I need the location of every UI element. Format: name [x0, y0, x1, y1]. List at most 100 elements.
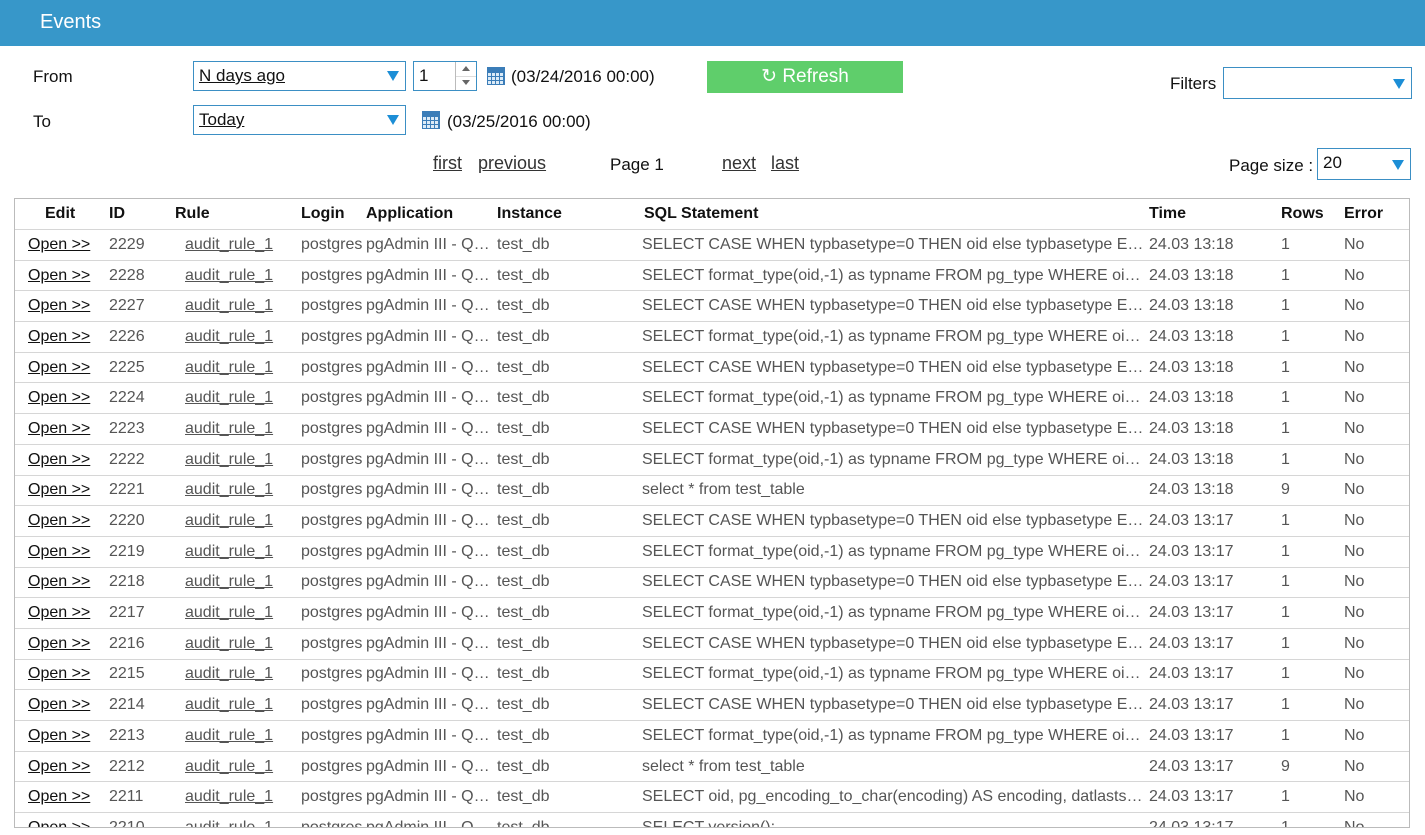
- rule-link[interactable]: audit_rule_1: [185, 635, 273, 652]
- rule-link[interactable]: audit_rule_1: [185, 819, 273, 827]
- rule-link[interactable]: audit_rule_1: [185, 788, 273, 805]
- rule-link[interactable]: audit_rule_1: [185, 512, 273, 529]
- cell-rule: audit_rule_1: [175, 535, 301, 568]
- to-calendar-icon[interactable]: [422, 111, 440, 129]
- rule-link[interactable]: audit_rule_1: [185, 389, 273, 406]
- cell-error: No: [1344, 321, 1409, 353]
- cell-rule: audit_rule_1: [175, 720, 301, 752]
- open-link[interactable]: Open >>: [28, 420, 90, 437]
- open-link[interactable]: Open >>: [28, 819, 90, 827]
- cell-error: No: [1344, 351, 1409, 383]
- open-link[interactable]: Open >>: [28, 758, 90, 775]
- events-table: Edit ID Rule Login Application Instance SQL St…: [14, 198, 1410, 828]
- cell-sql: SELECT CASE WHEN typbasetype=0 THEN oid …: [628, 689, 1149, 721]
- open-link[interactable]: Open >>: [28, 604, 90, 621]
- cell-instance: test_db: [497, 597, 628, 629]
- open-link[interactable]: Open >>: [28, 389, 90, 406]
- open-link[interactable]: Open >>: [28, 267, 90, 284]
- last-page-link[interactable]: last: [771, 153, 799, 174]
- cell-time: 24.03 13:18: [1149, 229, 1281, 261]
- cell-edit: Open >>: [15, 290, 109, 322]
- days-spinner[interactable]: 1: [413, 61, 477, 91]
- open-link[interactable]: Open >>: [28, 328, 90, 345]
- open-link[interactable]: Open >>: [28, 451, 90, 468]
- cell-instance: test_db: [497, 259, 628, 291]
- table-row: Open >> 2227 audit_rule_1 postgres pgAdmin I…: [15, 290, 1409, 322]
- page-size-select[interactable]: 20: [1317, 148, 1411, 180]
- cell-sql: SELECT oid, pg_encoding_to_char(encoding…: [628, 781, 1149, 813]
- open-link[interactable]: Open >>: [28, 696, 90, 713]
- rule-link[interactable]: audit_rule_1: [185, 359, 273, 376]
- rule-link[interactable]: audit_rule_1: [185, 604, 273, 621]
- cell-instance: test_db: [497, 321, 628, 353]
- spinner-up-icon[interactable]: [456, 62, 476, 77]
- cell-login: postgres: [301, 351, 366, 383]
- rule-link[interactable]: audit_rule_1: [185, 328, 273, 345]
- cell-instance: test_db: [497, 566, 628, 598]
- cell-app: pgAdmin III - Query Tool: [366, 750, 497, 782]
- open-link[interactable]: Open >>: [28, 481, 90, 498]
- cell-sql: SELECT format_type(oid,-1) as typname FR…: [628, 720, 1149, 752]
- open-link[interactable]: Open >>: [28, 359, 90, 376]
- cell-edit: Open >>: [15, 781, 109, 813]
- cell-id: 2212: [109, 750, 175, 782]
- next-page-link[interactable]: next: [722, 153, 756, 174]
- rule-link[interactable]: audit_rule_1: [185, 420, 273, 437]
- cell-rows: 1: [1281, 627, 1344, 660]
- filters-label: Filters: [1170, 74, 1217, 93]
- cell-rows: 1: [1281, 597, 1344, 629]
- rule-link[interactable]: audit_rule_1: [185, 573, 273, 590]
- spinner-down-icon[interactable]: [456, 76, 476, 90]
- cell-app: pgAdmin III - Query Tool: [366, 627, 497, 660]
- rule-link[interactable]: audit_rule_1: [185, 481, 273, 498]
- cell-rule: audit_rule_1: [175, 413, 301, 445]
- cell-id: 2211: [109, 781, 175, 813]
- cell-id: 2223: [109, 413, 175, 445]
- filters-select[interactable]: [1223, 67, 1412, 99]
- from-calendar-icon[interactable]: [487, 67, 505, 85]
- cell-edit: Open >>: [15, 627, 109, 660]
- open-link[interactable]: Open >>: [28, 236, 90, 253]
- cell-error: No: [1344, 812, 1409, 827]
- cell-id: 2229: [109, 229, 175, 261]
- cell-sql: SELECT CASE WHEN typbasetype=0 THEN oid …: [628, 290, 1149, 322]
- rule-link[interactable]: audit_rule_1: [185, 665, 273, 682]
- cell-error: No: [1344, 505, 1409, 537]
- previous-page-link[interactable]: previous: [478, 153, 546, 174]
- cell-rows: 1: [1281, 720, 1344, 752]
- open-link[interactable]: Open >>: [28, 573, 90, 590]
- cell-instance: test_db: [497, 290, 628, 322]
- table-row: Open >> 2211 audit_rule_1 postgres pgAdmin I…: [15, 781, 1409, 813]
- cell-sql: SELECT CASE WHEN typbasetype=0 THEN oid …: [628, 229, 1149, 261]
- rule-link[interactable]: audit_rule_1: [185, 267, 273, 284]
- from-select[interactable]: N days ago: [193, 61, 406, 91]
- rule-link[interactable]: audit_rule_1: [185, 297, 273, 314]
- open-link[interactable]: Open >>: [28, 297, 90, 314]
- rule-link[interactable]: audit_rule_1: [185, 696, 273, 713]
- cell-rule: audit_rule_1: [175, 474, 301, 506]
- open-link[interactable]: Open >>: [28, 788, 90, 805]
- to-select[interactable]: Today: [193, 105, 406, 135]
- rule-link[interactable]: audit_rule_1: [185, 543, 273, 560]
- open-link[interactable]: Open >>: [28, 512, 90, 529]
- rule-link[interactable]: audit_rule_1: [185, 451, 273, 468]
- column-header: Edit: [45, 205, 76, 222]
- open-link[interactable]: Open >>: [28, 665, 90, 682]
- rule-link[interactable]: audit_rule_1: [185, 236, 273, 253]
- table-row: Open >> 2225 audit_rule_1 postgres pgAdmin I…: [15, 351, 1409, 383]
- refresh-button[interactable]: ↻ Refresh: [707, 61, 903, 93]
- cell-edit: Open >>: [15, 382, 109, 414]
- cell-id: 2210: [109, 812, 175, 827]
- open-link[interactable]: Open >>: [28, 635, 90, 652]
- rule-link[interactable]: audit_rule_1: [185, 758, 273, 775]
- column-header: Rule: [175, 205, 210, 222]
- cell-app: pgAdmin III - Query Tool: [366, 443, 497, 475]
- open-link[interactable]: Open >>: [28, 727, 90, 744]
- column-header: Instance: [497, 205, 562, 222]
- cell-time: 24.03 13:18: [1149, 413, 1281, 445]
- cell-time: 24.03 13:18: [1149, 474, 1281, 506]
- first-page-link[interactable]: first: [433, 153, 462, 174]
- cell-id: 2218: [109, 566, 175, 598]
- rule-link[interactable]: audit_rule_1: [185, 727, 273, 744]
- open-link[interactable]: Open >>: [28, 543, 90, 560]
